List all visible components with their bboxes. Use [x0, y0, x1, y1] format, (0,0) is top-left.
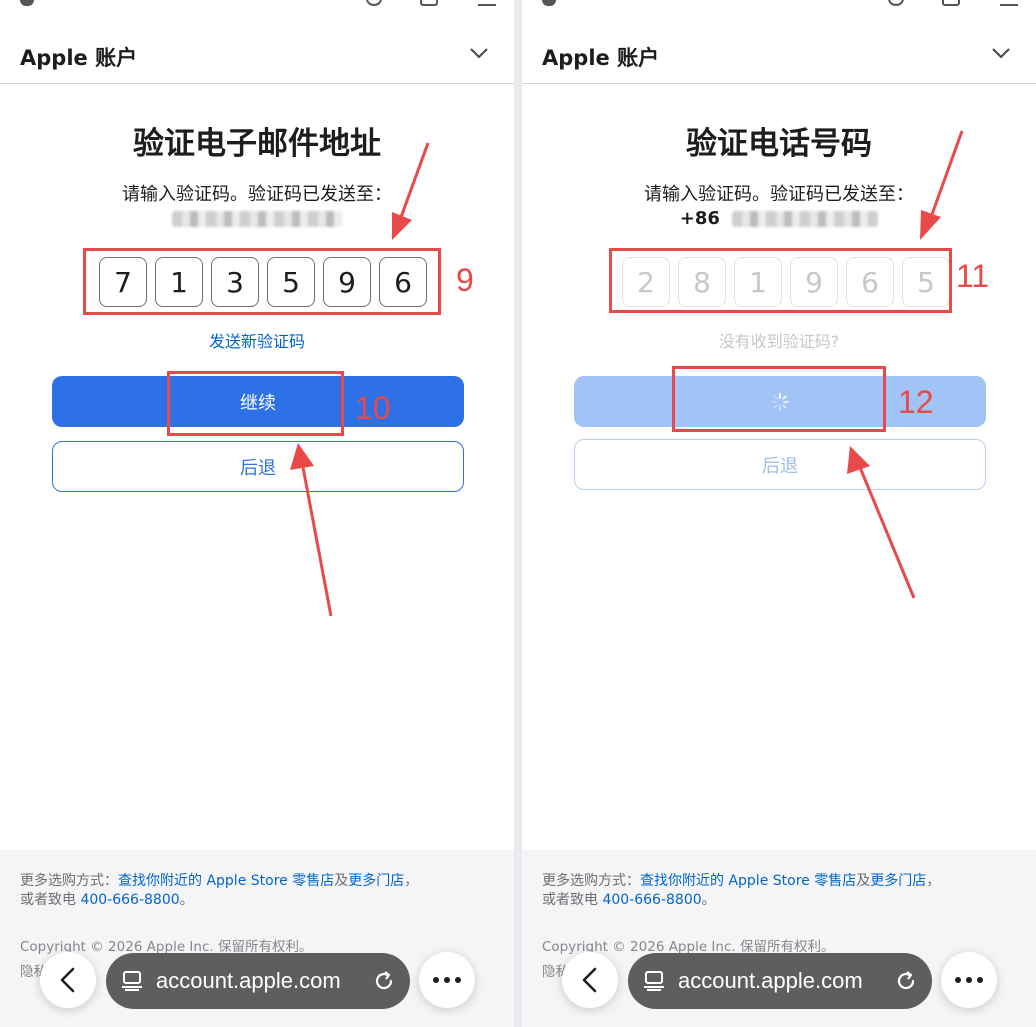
footer-more-ways: 更多选购方式： [542, 873, 640, 889]
panel-divider [514, 0, 522, 1027]
more-options-button[interactable] [941, 952, 997, 1008]
browser-back-button[interactable] [562, 952, 618, 1008]
chevron-down-icon[interactable] [470, 44, 488, 62]
page-title: 验证电子邮件地址 [133, 126, 381, 162]
instruction-text: 请输入验证码。验证码已发送至： [644, 184, 914, 205]
resend-code-link[interactable]: 发送新验证码 [0, 328, 514, 352]
no-code-received-link[interactable]: 没有收到验证码? [522, 328, 1036, 352]
phone-link[interactable]: 400-666-8800 [602, 892, 701, 908]
apple-logo-icon [542, 0, 556, 6]
page-format-icon[interactable] [642, 970, 666, 992]
bag-icon [420, 0, 438, 6]
country-code: +86 [679, 208, 720, 229]
instruction-text: 请输入验证码。验证码已发送至： [122, 184, 392, 205]
browser-back-button[interactable] [40, 952, 96, 1008]
annotation-number-9: 9 [456, 262, 474, 298]
more-stores-link[interactable]: 更多门店 [348, 873, 404, 889]
find-store-link[interactable]: 查找你附近的 Apple Store 零售店 [118, 873, 334, 889]
footer-comma: ， [404, 873, 419, 889]
footer-shopping-line: 更多选购方式：查找你附近的 Apple Store 零售店及更多门店， [20, 870, 418, 890]
masked-email [0, 208, 514, 228]
masked-phone: +86 [522, 208, 1036, 229]
footer-shopping-line: 更多选购方式：查找你附近的 Apple Store 零售店及更多门店， [542, 870, 940, 890]
footer-and: 及 [856, 873, 871, 889]
apple-account-nav: Apple 账户 [0, 30, 514, 84]
search-icon [888, 0, 904, 6]
footer-call-line: 或者致电 400-666-8800。 [542, 889, 716, 909]
redacted-email [172, 211, 342, 227]
annotation-box-code [83, 248, 441, 315]
footer-or-call: 或者致电 [542, 892, 598, 908]
left-screenshot-panel: Apple 账户 验证电子邮件地址 请输入验证码。验证码已发送至： 7 1 3 … [0, 0, 514, 1027]
annotation-box-continue [167, 371, 344, 436]
reload-icon[interactable] [894, 969, 918, 993]
ellipsis-icon [433, 977, 461, 983]
status-bar-remnant [522, 0, 1036, 8]
menu-icon [1000, 0, 1018, 6]
menu-icon [478, 0, 496, 6]
more-options-button[interactable] [419, 952, 475, 1008]
annotation-box-code [609, 248, 952, 313]
annotation-box-continue [672, 366, 886, 432]
chevron-down-icon[interactable] [992, 44, 1010, 62]
apple-logo-icon [20, 0, 34, 6]
footer-period: 。 [179, 892, 194, 908]
nav-title: Apple 账户 [20, 46, 138, 70]
footer-comma: ， [926, 873, 941, 889]
url-text: account.apple.com [156, 968, 341, 993]
browser-address-bar[interactable]: account.apple.com [106, 953, 410, 1009]
annotation-number-11: 11 [956, 258, 990, 294]
more-stores-link[interactable]: 更多门店 [870, 873, 926, 889]
annotation-number-10: 10 [355, 390, 391, 426]
footer-more-ways: 更多选购方式： [20, 873, 118, 889]
footer-or-call: 或者致电 [20, 892, 76, 908]
back-button[interactable]: 后退 [574, 439, 986, 490]
back-button[interactable]: 后退 [52, 441, 464, 492]
url-text: account.apple.com [678, 968, 863, 993]
footer-call-line: 或者致电 400-666-8800。 [20, 889, 194, 909]
reload-icon[interactable] [372, 969, 396, 993]
footer-period: 。 [701, 892, 716, 908]
status-bar-remnant [0, 0, 514, 8]
nav-title: Apple 账户 [542, 46, 660, 70]
footer-and: 及 [334, 873, 349, 889]
redacted-phone [732, 211, 879, 227]
right-screenshot-panel: Apple 账户 验证电话号码 请输入验证码。验证码已发送至： +86 2 8 … [522, 0, 1036, 1027]
apple-account-nav: Apple 账户 [522, 30, 1036, 84]
chevron-left-icon [582, 967, 597, 993]
bag-icon [942, 0, 960, 6]
page-title: 验证电话号码 [686, 126, 872, 162]
browser-address-bar[interactable]: account.apple.com [628, 953, 932, 1009]
find-store-link[interactable]: 查找你附近的 Apple Store 零售店 [640, 873, 856, 889]
phone-link[interactable]: 400-666-8800 [80, 892, 179, 908]
ellipsis-icon [955, 977, 983, 983]
chevron-left-icon [60, 967, 75, 993]
annotation-number-12: 12 [898, 384, 934, 420]
page-format-icon[interactable] [120, 970, 144, 992]
search-icon [366, 0, 382, 6]
